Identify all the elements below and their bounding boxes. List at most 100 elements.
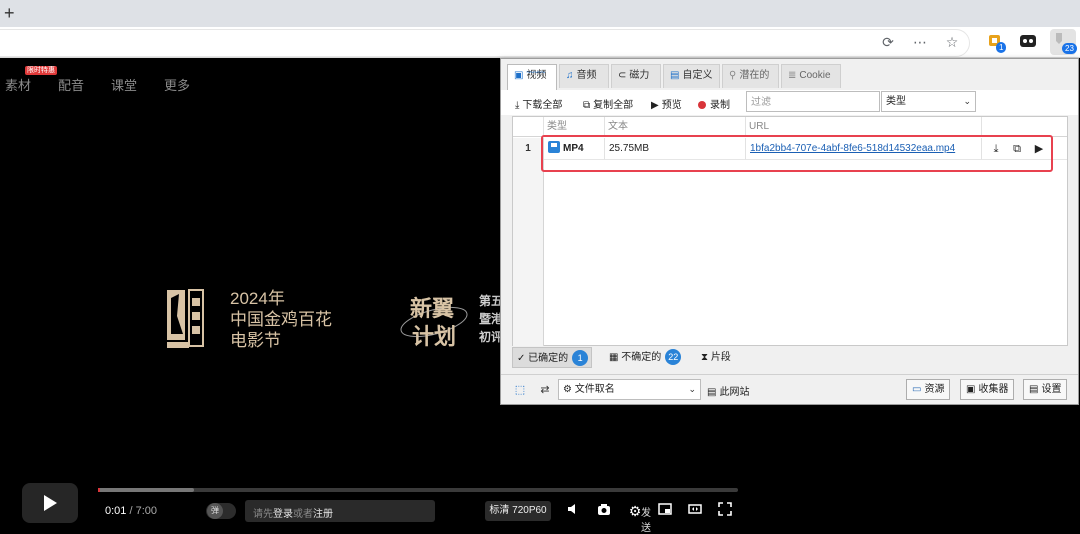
login-link[interactable]: 登录 [273, 509, 293, 520]
confirmed-filter[interactable]: ✓ 已确定的 1 [512, 347, 593, 368]
tab-custom[interactable]: ▤ 自定义 [663, 64, 720, 88]
downloader-popup: ~~~~~ ▣ 视频 ♫ 音频 ⊂ 磁力 ▤ 自定义 ⚲ 潜在的 ≣ Cookie ⤓ 下载全… [500, 58, 1079, 405]
type-select[interactable]: 类型 ⌄ [881, 91, 976, 112]
time-current: 0:01 [105, 505, 127, 517]
volume-icon[interactable] [563, 501, 583, 521]
bookmark-star-icon[interactable]: ☆ [942, 32, 962, 52]
nav-link-material[interactable]: 素材 [5, 75, 31, 94]
video-downloader-extension-icon[interactable]: 23 [1050, 29, 1077, 55]
new-wing-plan-logo: 新翼 计划 [400, 296, 468, 350]
screenshot-icon[interactable] [594, 501, 614, 521]
this-site-button[interactable]: ▤ 此网站 [707, 383, 749, 398]
segments-filter[interactable]: ⧗ 片段 [697, 347, 731, 368]
browser-toolbar: ⟳ ⋯ ☆ 1 23 [0, 27, 1080, 58]
new-tab-button[interactable]: + [4, 3, 15, 23]
list-icon: ▤ [707, 387, 717, 398]
nav-link-classroom[interactable]: 课堂 [111, 75, 137, 94]
tab-potential[interactable]: ⚲ 潜在的 [722, 64, 779, 88]
widescreen-icon[interactable] [685, 501, 705, 521]
nav-link-more[interactable]: 更多 [164, 75, 190, 94]
resources-button[interactable]: ▭ 资源 [906, 379, 951, 400]
tab-video[interactable]: ~~~~~ ▣ 视频 [507, 64, 557, 90]
extension-icon-1[interactable]: 1 [986, 31, 1008, 53]
quality-button[interactable]: 标清 720P60 [485, 501, 551, 521]
calendar-icon: ▦ [609, 352, 622, 363]
magnet-icon: ⊂ [618, 70, 627, 81]
collector-icon: ▣ [966, 384, 976, 395]
settings-gear-icon[interactable]: ⚙ [625, 501, 645, 521]
status-bar: ✓ 已确定的 1 ▦ 不确定的 22 ⧗ 片段 [501, 346, 1078, 371]
more-options-icon[interactable]: ⋯ [910, 32, 930, 52]
picture-in-picture-icon[interactable] [655, 501, 675, 521]
hero-title-line3: 电影节 [230, 331, 281, 350]
cookie-icon: ≣ [788, 70, 797, 81]
naming-icon: ⚙ [563, 384, 575, 395]
play-button[interactable] [22, 483, 78, 523]
golden-rooster-logo [167, 289, 204, 348]
nav-hot-badge: 限时特惠 [25, 66, 57, 75]
segments-icon: ⧗ [701, 352, 711, 363]
comment-placeholder: 请先登录或者注册 [253, 509, 333, 520]
popup-bottom-bar: ⬚ ⇄ ⚙ 文件取名 ⌄ ▤ 此网站 ▭ 资源 ▣ 收集器 ▤ 设置 [501, 374, 1078, 404]
index-column [513, 160, 544, 346]
table-header-index [513, 117, 544, 137]
copy-all-button[interactable]: ⧉ 复制全部 [583, 96, 633, 111]
time-display: 0:01 / 7:00 [105, 505, 157, 517]
check-icon: ✓ [517, 353, 529, 364]
progress-buffered [98, 488, 194, 492]
progress-bar[interactable] [98, 488, 738, 492]
custom-icon: ▤ [670, 70, 680, 81]
filter-field[interactable] [746, 91, 880, 112]
tab-magnet[interactable]: ⊂ 磁力 [611, 64, 661, 88]
save-icon: ▣ [514, 70, 524, 81]
table-header-text[interactable]: 文本 [605, 117, 746, 137]
preview-button[interactable]: ▶ 预览 [651, 96, 682, 111]
swap-icon[interactable]: ⇄ [537, 382, 553, 398]
address-bar[interactable] [0, 29, 970, 57]
table-header-actions [982, 117, 1067, 137]
hero-title-line1: 2024年 [230, 289, 285, 308]
tab-audio[interactable]: ♫ 音频 [559, 64, 609, 88]
fullscreen-icon[interactable] [715, 501, 735, 521]
highlight-box [541, 135, 1053, 172]
filter-input[interactable] [751, 94, 871, 111]
extension-icon-2[interactable] [1018, 31, 1040, 53]
extension-badge: 23 [1062, 43, 1077, 54]
table-header-type[interactable]: 类型 [544, 117, 605, 137]
collector-button[interactable]: ▣ 收集器 [960, 379, 1015, 400]
hero-title-line2: 中国金鸡百花 [230, 310, 332, 329]
potential-icon: ⚲ [729, 70, 737, 81]
progress-played [98, 488, 100, 492]
row-index: 1 [513, 138, 544, 160]
player-controls: 0:01 / 7:00 弹 请先登录或者注册 发送 标清 720P60 ⚙ [0, 479, 760, 534]
comment-input[interactable]: 请先登录或者注册 发送 [245, 500, 651, 534]
naming-select[interactable]: ⚙ 文件取名 ⌄ [558, 379, 701, 400]
unconfirmed-filter[interactable]: ▦ 不确定的 22 [605, 347, 682, 368]
record-button[interactable]: 录制 [698, 96, 730, 111]
translate-icon[interactable]: ⟳ [878, 32, 898, 52]
download-icon: ⤓ [515, 100, 520, 111]
music-icon: ♫ [566, 70, 574, 81]
settings-button[interactable]: ▤ 设置 [1023, 379, 1068, 400]
chevron-down-icon: ⌄ [963, 96, 971, 106]
copy-icon: ⧉ [583, 100, 591, 111]
tab-cookie[interactable]: ≣ Cookie [781, 64, 841, 88]
unconfirmed-count: 22 [665, 349, 682, 365]
table-header-url[interactable]: URL [746, 117, 982, 137]
svg-text:新翼: 新翼 [410, 296, 454, 322]
chevron-down-icon: ⌄ [688, 384, 696, 394]
confirmed-count: 1 [572, 350, 589, 366]
svg-text:计划: 计划 [412, 325, 456, 350]
danmu-knob: 弹 [207, 503, 223, 519]
danmu-toggle[interactable]: 弹 [206, 503, 236, 519]
time-total: / 7:00 [126, 505, 157, 517]
settings-icon: ▤ [1029, 384, 1039, 395]
wave-icon: ~~~~~ [526, 68, 545, 77]
nav-link-dubbing[interactable]: 配音 [58, 75, 84, 94]
register-link[interactable]: 注册 [313, 509, 333, 520]
browser-tab-strip: + [0, 0, 1080, 27]
picker-cursor-icon[interactable]: ⬚ [512, 382, 528, 398]
extension-badge: 1 [996, 42, 1007, 53]
play-icon: ▶ [651, 100, 659, 111]
download-all-button[interactable]: ⤓ 下载全部 [515, 96, 562, 111]
